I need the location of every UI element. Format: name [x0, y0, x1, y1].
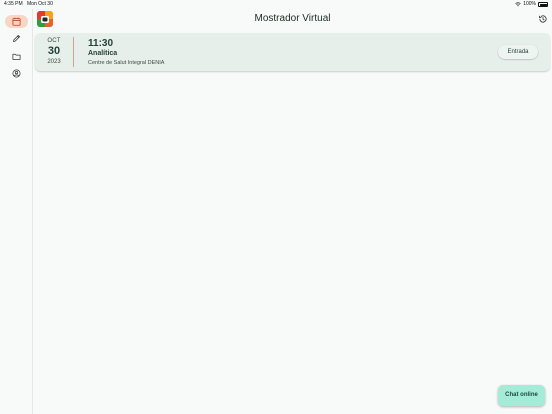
user-circle-icon	[12, 69, 21, 78]
appointment-year: 2023	[47, 59, 61, 65]
appointment-day: 30	[47, 45, 61, 57]
sidebar-item-calendar[interactable]	[5, 15, 28, 28]
folder-icon	[12, 53, 21, 60]
status-indicators: 100%	[515, 0, 548, 9]
entrada-button[interactable]: Entrada	[498, 45, 538, 59]
battery-icon	[538, 2, 548, 7]
sidebar-item-edit[interactable]	[5, 32, 28, 45]
status-date: Mon Oct 30	[27, 1, 53, 7]
battery-percent: 100%	[523, 1, 536, 7]
sidebar	[0, 9, 33, 414]
sidebar-item-profile[interactable]	[5, 67, 28, 80]
appointment-card[interactable]: OCT 30 2023 11:30 Analítica Centre de Sa…	[35, 33, 550, 71]
appointment-month: OCT	[47, 38, 61, 44]
calendar-icon	[12, 17, 21, 26]
header: Mostrador Virtual	[33, 9, 552, 31]
page-title: Mostrador Virtual	[254, 13, 331, 24]
history-button[interactable]	[538, 14, 548, 24]
appointment-time: 11:30	[88, 38, 114, 49]
history-icon	[538, 15, 547, 23]
appointment-divider	[73, 37, 74, 67]
status-bar: 4:35 PM Mon Oct 30 100%	[0, 0, 552, 9]
chat-online-button[interactable]: Chat online	[498, 385, 545, 406]
sidebar-item-folder[interactable]	[5, 50, 28, 63]
pencil-icon	[13, 34, 21, 42]
wifi-icon	[515, 2, 521, 7]
status-time: 4:35 PM	[4, 1, 23, 7]
appointment-type: Analítica	[88, 50, 118, 57]
appointment-place: Centre de Salut Integral DENIA	[88, 60, 165, 66]
appointment-date: OCT 30 2023	[35, 33, 73, 71]
